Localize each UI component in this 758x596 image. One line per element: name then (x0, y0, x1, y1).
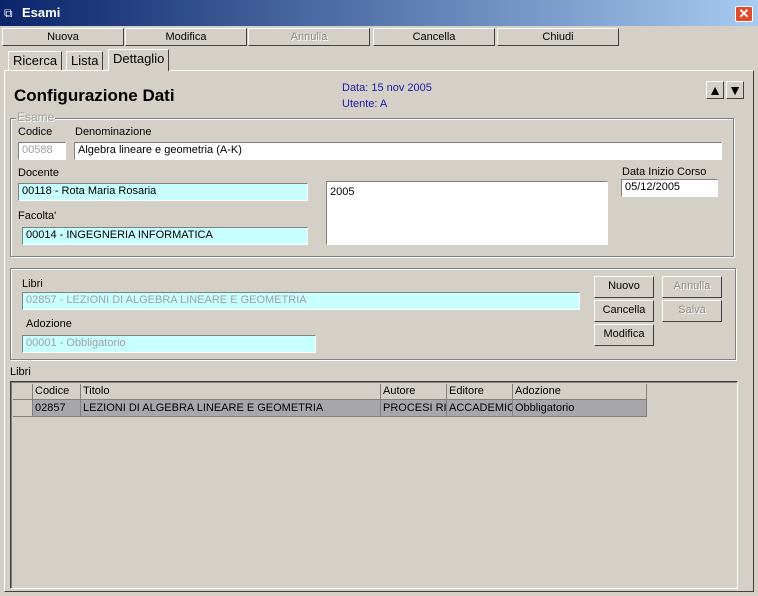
table-corner (13, 384, 33, 400)
row-selector[interactable] (13, 400, 33, 417)
page-title: Configurazione Dati (14, 86, 175, 105)
annulla-libro-button[interactable]: Annulla (662, 276, 722, 298)
modifica-libro-button[interactable]: Modifica (594, 324, 654, 346)
codice-field[interactable]: 00588 (18, 142, 66, 160)
previous-record-button[interactable]: ▲ (706, 81, 724, 99)
nuova-button[interactable]: Nuova (2, 28, 124, 46)
column-header-titolo[interactable]: Titolo (81, 384, 381, 400)
libri-field[interactable]: 02857 - LEZIONI DI ALGEBRA LINEARE E GEO… (22, 292, 580, 310)
docente-field[interactable]: 00118 - Rota Maria Rosaria (18, 183, 308, 201)
table-cell-autore[interactable]: PROCESI RI (381, 400, 447, 417)
data-inizio-field[interactable]: 05/12/2005 (621, 179, 718, 197)
anno-textarea[interactable]: 2005 (326, 181, 608, 245)
salva-libro-button[interactable]: Salva (662, 300, 722, 322)
cancella-button[interactable]: Cancella (373, 28, 495, 46)
libri-label: Libri (22, 278, 43, 290)
codice-label: Codice (18, 126, 53, 138)
denominazione-label: Denominazione (75, 126, 152, 138)
data-inizio-label: Data Inizio Corso (622, 166, 707, 178)
denominazione-field[interactable]: Algebra lineare e geometria (A-K) (74, 142, 722, 160)
grid-label: Libri (10, 366, 31, 378)
tab-ricerca[interactable]: Ricerca (8, 51, 63, 70)
esame-group-title: Esame (16, 110, 56, 124)
facolta-label: Facolta' (18, 210, 57, 222)
column-header-codice[interactable]: Codice (33, 384, 81, 400)
arrow-up-icon: ▲ (708, 82, 722, 98)
tab-dettaglio[interactable]: Dettaglio (108, 49, 170, 71)
cancella-libro-button[interactable]: Cancella (594, 300, 654, 322)
title-bar: ⧉ Esami ✕ (0, 0, 758, 26)
arrow-down-icon: ▼ (728, 82, 742, 98)
date-label: Data: 15 nov 2005 (342, 82, 432, 94)
next-record-button[interactable]: ▼ (726, 81, 744, 99)
window-title: Esami (22, 5, 61, 20)
window-icon: ⧉ (4, 6, 13, 20)
table-cell-titolo[interactable]: LEZIONI DI ALGEBRA LINEARE E GEOMETRIA (81, 400, 381, 417)
adozione-label: Adozione (26, 318, 72, 330)
column-header-editore[interactable]: Editore (447, 384, 513, 400)
table-cell-adozione[interactable]: Obbligatorio (513, 400, 647, 417)
tab-lista[interactable]: Lista (66, 51, 104, 70)
facolta-field[interactable]: 00014 - INGEGNERIA INFORMATICA (22, 227, 308, 245)
modifica-button[interactable]: Modifica (125, 28, 247, 46)
annulla-button[interactable]: Annulla (248, 28, 370, 46)
table-cell-codice[interactable]: 02857 (33, 400, 81, 417)
docente-label: Docente (18, 167, 59, 179)
close-button[interactable]: ✕ (735, 6, 753, 22)
column-header-adozione[interactable]: Adozione (513, 384, 647, 400)
adozione-field[interactable]: 00001 - Obbligatorio (22, 335, 316, 353)
column-header-autore[interactable]: Autore (381, 384, 447, 400)
libri-table[interactable]: Codice Titolo Autore Editore Adozione 02… (10, 381, 738, 589)
user-label: Utente: A (342, 98, 388, 110)
chiudi-button[interactable]: Chiudi (497, 28, 619, 46)
table-cell-editore[interactable]: ACCADEMIC (447, 400, 513, 417)
close-icon: ✕ (738, 6, 750, 21)
nuovo-libro-button[interactable]: Nuovo (594, 276, 654, 298)
